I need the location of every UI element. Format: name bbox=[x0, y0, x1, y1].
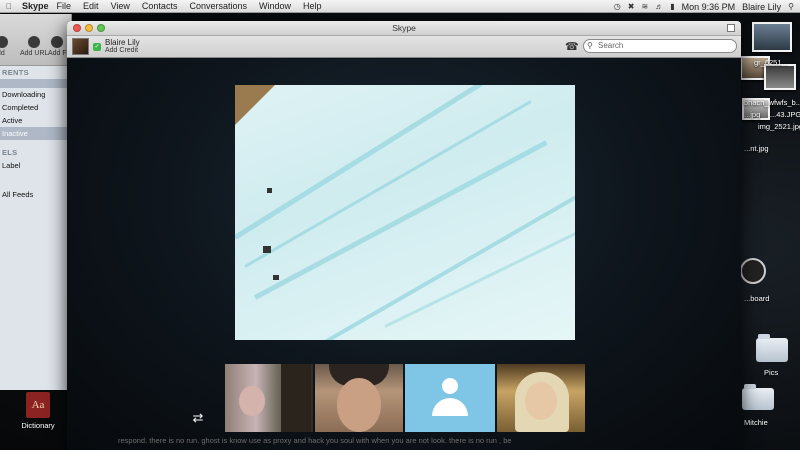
skype-window: Skype ✓ Blaire Lily Add Credit ☎ ⚲ Searc… bbox=[67, 21, 741, 450]
desktop-file-label[interactable]: ...nt.jpg bbox=[744, 144, 769, 153]
window-title: Skype bbox=[392, 23, 416, 33]
wifi-icon[interactable]: ≋ bbox=[641, 2, 648, 11]
add-feed-button[interactable]: Add F bbox=[48, 36, 67, 57]
participant-video-tile[interactable] bbox=[315, 364, 403, 432]
fabric-stripe bbox=[324, 190, 575, 340]
caption-text: respond. there is no run. ghost is know … bbox=[118, 436, 512, 445]
add-credit-link[interactable]: Add Credit bbox=[105, 47, 138, 54]
search-icon: ⚲ bbox=[587, 41, 593, 50]
background-toolbar: ld Add URL Add F bbox=[0, 14, 71, 66]
menu-view[interactable]: View bbox=[111, 1, 130, 11]
sidebar-section-torrents: RENTS bbox=[2, 68, 29, 77]
sidebar-section-feeds bbox=[0, 178, 71, 188]
toolbar-item-1[interactable]: ld bbox=[0, 36, 8, 57]
menu-help[interactable]: Help bbox=[303, 1, 322, 11]
volume-icon[interactable]: ♬ bbox=[655, 2, 663, 11]
default-avatar-icon bbox=[442, 378, 458, 394]
sidebar-item-label[interactable]: Label bbox=[0, 159, 71, 172]
fabric-stripe bbox=[235, 85, 525, 240]
desktop-file-label[interactable]: img_2521.jpg bbox=[758, 122, 800, 131]
participant-hair bbox=[281, 364, 311, 432]
default-avatar-body bbox=[432, 398, 468, 416]
desktop-file-label[interactable]: ...43.JPG bbox=[770, 110, 800, 119]
sidebar-section-labels: ELS bbox=[2, 148, 18, 157]
participant-face bbox=[337, 378, 381, 432]
globe-icon bbox=[0, 36, 8, 48]
dictionary-icon: Aa bbox=[26, 392, 50, 418]
main-video-feed[interactable] bbox=[235, 85, 575, 340]
swap-arrows-icon[interactable]: ⇄ bbox=[188, 411, 208, 425]
add-url-icon bbox=[28, 36, 41, 48]
desktop-file-label[interactable]: bhach_wfwfs_b... bbox=[744, 98, 800, 107]
dictionary-label: Dictionary bbox=[21, 421, 55, 430]
time-machine-icon[interactable]: ◷ bbox=[614, 2, 621, 11]
folder-label-mitchie[interactable]: Mitchie bbox=[744, 418, 768, 427]
sidebar-item-all[interactable] bbox=[0, 79, 71, 88]
close-button[interactable] bbox=[73, 24, 81, 32]
battery-icon[interactable]: ▮ bbox=[670, 2, 674, 11]
participant-face bbox=[239, 386, 265, 416]
sidebar-item-completed[interactable]: Completed bbox=[0, 101, 71, 114]
minimize-button[interactable] bbox=[85, 24, 93, 32]
menu-bar:  Skype File Edit View Contacts Conversa… bbox=[0, 0, 800, 13]
folder-label-pics[interactable]: Pics bbox=[764, 368, 778, 377]
sidebar-item-inactive[interactable]: Inactive bbox=[0, 127, 71, 140]
feed-icon bbox=[51, 36, 64, 48]
dictionary-app[interactable]: Aa Dictionary bbox=[18, 392, 58, 430]
online-status-icon[interactable]: ✓ bbox=[93, 43, 101, 51]
participant-face bbox=[525, 382, 557, 420]
menu-window[interactable]: Window bbox=[259, 1, 291, 11]
participant-video-tile[interactable] bbox=[497, 364, 585, 432]
dial-pad-icon[interactable]: ☎ bbox=[565, 40, 579, 53]
photo-thumbnail[interactable] bbox=[752, 22, 792, 52]
video-artifact bbox=[273, 275, 279, 280]
fabric-stripe bbox=[384, 211, 575, 328]
clipboard-icon[interactable] bbox=[740, 258, 766, 284]
fabric-stripe bbox=[244, 100, 532, 268]
sidebar-item-downloading[interactable]: Downloading bbox=[0, 88, 71, 101]
background-app-window: ld Add URL Add F RENTS Downloading Compl… bbox=[0, 14, 72, 390]
menubar-clock[interactable]: Mon 9:36 PM bbox=[682, 2, 736, 12]
participant-video-tile[interactable] bbox=[225, 364, 313, 432]
avatar[interactable] bbox=[72, 38, 89, 55]
desktop-file-label[interactable]: gr_6251... bbox=[754, 58, 788, 67]
skype-titlebar: Skype bbox=[67, 21, 741, 36]
spotlight-icon[interactable]: ⚲ bbox=[788, 2, 794, 11]
video-call-area: ⇄ bbox=[67, 59, 741, 450]
add-url-button[interactable]: Add URL bbox=[20, 36, 48, 57]
video-artifact bbox=[267, 188, 272, 193]
folder-icon[interactable] bbox=[742, 384, 774, 410]
fullscreen-button[interactable] bbox=[727, 24, 735, 32]
fabric-stripe bbox=[253, 140, 548, 300]
menu-edit[interactable]: Edit bbox=[83, 1, 99, 11]
desktop-photo-stack[interactable] bbox=[738, 20, 800, 138]
apple-icon[interactable]:  bbox=[6, 2, 12, 11]
menu-file[interactable]: File bbox=[57, 1, 72, 11]
menu-contacts[interactable]: Contacts bbox=[142, 1, 178, 11]
sidebar-item-all-feeds[interactable]: All Feeds bbox=[0, 188, 71, 201]
search-input[interactable]: ⚲ Search bbox=[583, 39, 737, 53]
background-sidebar: RENTS Downloading Completed Active Inact… bbox=[0, 66, 71, 390]
skype-account-bar: ✓ Blaire Lily Add Credit ☎ ⚲ Search bbox=[67, 36, 741, 58]
participant-placeholder-tile[interactable] bbox=[405, 364, 495, 432]
account-name[interactable]: Blaire Lily bbox=[105, 38, 140, 47]
video-corner-shadow bbox=[235, 85, 275, 125]
search-placeholder: Search bbox=[598, 41, 624, 50]
desktop-file-label[interactable]: ...board bbox=[744, 294, 769, 303]
video-artifact bbox=[263, 246, 271, 253]
sidebar-item-active[interactable]: Active bbox=[0, 114, 71, 127]
photo-thumbnail[interactable] bbox=[764, 64, 796, 90]
desktop-file-label[interactable]: ...jpg bbox=[744, 110, 760, 119]
menu-app-name[interactable]: Skype bbox=[22, 1, 49, 11]
menu-conversations[interactable]: Conversations bbox=[189, 1, 247, 11]
folder-icon[interactable] bbox=[756, 334, 788, 362]
menubar-user[interactable]: Blaire Lily bbox=[742, 2, 781, 12]
zoom-button[interactable] bbox=[97, 24, 105, 32]
bluetooth-icon[interactable]: ✖ bbox=[628, 2, 635, 11]
